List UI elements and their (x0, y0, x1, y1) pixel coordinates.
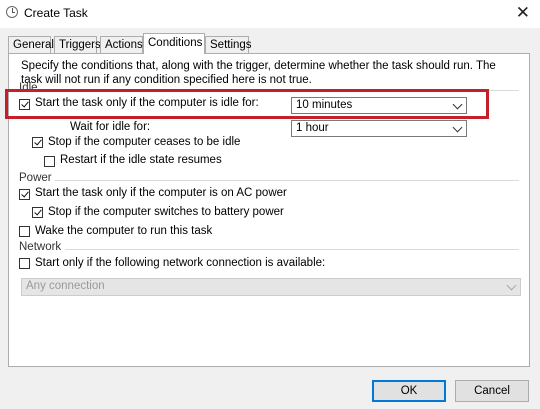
restart-if-idle-checkbox[interactable] (44, 156, 55, 167)
stop-if-not-idle-label: Stop if the computer ceases to be idle (48, 136, 241, 148)
network-start-label: Start only if the following network conn… (35, 257, 326, 269)
tab-settings[interactable]: Settings (205, 36, 252, 54)
close-icon[interactable]: ✕ (516, 3, 530, 23)
description-text: Specify the conditions that, along with … (21, 60, 496, 86)
wake-computer-checkbox[interactable] (19, 226, 30, 237)
network-divider (65, 249, 519, 250)
tab-general[interactable]: General (8, 36, 54, 54)
network-connection-dropdown[interactable]: Any connection (21, 278, 521, 296)
network-start-checkbox[interactable] (19, 258, 30, 269)
battery-stop-label: Stop if the computer switches to battery… (48, 206, 284, 218)
cancel-button[interactable]: Cancel (455, 380, 529, 402)
power-group-label: Power (19, 172, 52, 184)
ac-power-checkbox[interactable] (19, 189, 30, 200)
wait-duration-dropdown[interactable]: 1 hour (291, 120, 467, 137)
network-connection-value: Any connection (26, 280, 105, 292)
ac-power-label: Start the task only if the computer is o… (35, 187, 287, 199)
battery-stop-checkbox[interactable] (32, 207, 43, 218)
chevron-down-icon (452, 122, 463, 133)
stop-if-not-idle-checkbox[interactable] (32, 137, 43, 148)
tab-triggers[interactable]: Triggers (54, 36, 101, 54)
power-divider (55, 180, 519, 181)
tab-strip: General Triggers Actions Conditions Sett… (8, 33, 528, 54)
network-group-label: Network (19, 241, 62, 253)
title-bar: Create Task ✕ (0, 0, 540, 28)
wait-for-idle-label: Wait for idle for: (70, 121, 151, 133)
window-title: Create Task (24, 6, 88, 20)
wake-computer-label: Wake the computer to run this task (35, 225, 213, 237)
tab-actions[interactable]: Actions (100, 36, 143, 54)
restart-if-idle-label: Restart if the idle state resumes (60, 154, 222, 166)
highlight-annotation-box (5, 89, 489, 119)
tab-conditions[interactable]: Conditions (143, 33, 205, 54)
wait-duration-value: 1 hour (296, 122, 329, 134)
ok-button[interactable]: OK (372, 380, 446, 402)
task-scheduler-clock-icon (6, 6, 18, 18)
chevron-down-icon (506, 280, 517, 291)
